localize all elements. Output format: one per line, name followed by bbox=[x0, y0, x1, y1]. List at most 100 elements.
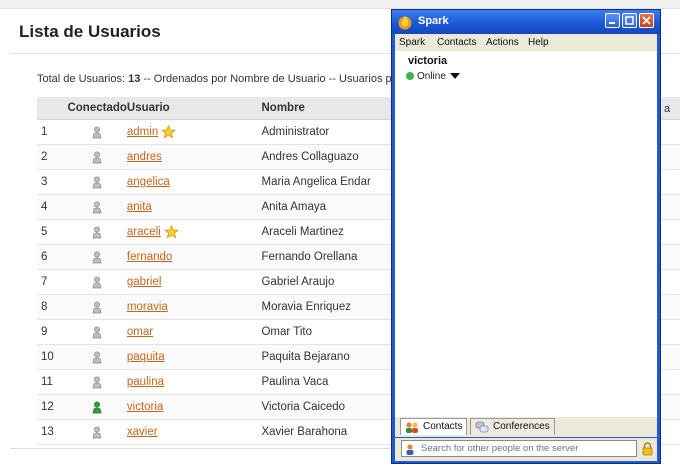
connected-cell bbox=[67, 294, 127, 320]
row-number: 2 bbox=[37, 144, 68, 170]
bottom-divider bbox=[10, 448, 390, 449]
lock-icon bbox=[642, 442, 653, 456]
offline-user-icon bbox=[92, 176, 102, 188]
row-number: 8 bbox=[37, 294, 68, 320]
row-number: 1 bbox=[37, 119, 68, 145]
spark-window-title: Spark bbox=[418, 15, 449, 27]
connected-cell bbox=[67, 244, 127, 270]
offline-user-icon bbox=[92, 426, 102, 438]
people-search-input[interactable] bbox=[401, 440, 637, 457]
summary-suffix: -- Ordenados por Nombre de Usuario -- Us… bbox=[140, 73, 398, 85]
row-number: 6 bbox=[37, 244, 68, 270]
offline-user-icon bbox=[92, 326, 102, 338]
username-link[interactable]: victoria bbox=[127, 401, 163, 413]
username-link[interactable]: anita bbox=[127, 201, 152, 213]
connected-cell bbox=[67, 194, 127, 220]
offline-user-icon bbox=[92, 126, 102, 138]
close-icon bbox=[642, 16, 651, 25]
menu-contacts[interactable]: Contacts bbox=[437, 37, 476, 48]
tab-conferences[interactable]: Conferences bbox=[470, 418, 555, 435]
username-link[interactable]: xavier bbox=[127, 426, 158, 438]
connected-cell bbox=[67, 344, 127, 370]
offline-user-icon bbox=[92, 151, 102, 163]
username-link[interactable]: paquita bbox=[127, 351, 165, 363]
online-user-icon bbox=[92, 401, 102, 413]
offline-user-icon bbox=[92, 376, 102, 388]
row-number: 5 bbox=[37, 219, 68, 245]
offline-user-icon bbox=[92, 226, 102, 238]
header-username[interactable]: Usuario bbox=[126, 97, 262, 120]
username-cell: angelica bbox=[126, 169, 262, 195]
offline-user-icon bbox=[92, 276, 102, 288]
connected-cell bbox=[67, 369, 127, 395]
connected-cell bbox=[67, 269, 127, 295]
current-user-panel: victoria Online bbox=[395, 51, 657, 87]
row-number: 3 bbox=[37, 169, 68, 195]
row-number: 12 bbox=[37, 394, 68, 420]
menu-spark[interactable]: Spark bbox=[399, 37, 425, 48]
row-number: 7 bbox=[37, 269, 68, 295]
row-number: 10 bbox=[37, 344, 68, 370]
username-cell: omar bbox=[126, 319, 262, 345]
top-bar bbox=[0, 0, 680, 9]
tab-contacts[interactable]: Contacts bbox=[400, 418, 467, 435]
offline-user-icon bbox=[92, 201, 102, 213]
username-cell: victoria bbox=[126, 394, 262, 420]
maximize-icon bbox=[625, 16, 634, 25]
cut-off-header-text: a bbox=[664, 103, 671, 115]
admin-star-icon bbox=[161, 125, 177, 139]
connected-cell bbox=[67, 419, 127, 445]
connected-cell bbox=[67, 319, 127, 345]
online-status-icon bbox=[406, 72, 414, 81]
connected-cell bbox=[67, 119, 127, 145]
page-title: Lista de Usuarios bbox=[19, 22, 161, 41]
close-button[interactable] bbox=[639, 13, 654, 28]
row-number: 11 bbox=[37, 369, 68, 395]
current-user-name: victoria bbox=[408, 55, 448, 67]
spark-titlebar[interactable]: Spark bbox=[392, 10, 660, 34]
username-link[interactable]: paulina bbox=[127, 376, 164, 388]
presence-status-dropdown[interactable]: Online bbox=[406, 71, 460, 82]
users-summary: Total de Usuarios: 13 -- Ordenados por N… bbox=[37, 73, 398, 85]
username-link[interactable]: andres bbox=[127, 151, 162, 163]
header-number bbox=[37, 97, 68, 120]
maximize-button[interactable] bbox=[622, 13, 637, 28]
connected-cell bbox=[67, 394, 127, 420]
username-cell: anita bbox=[126, 194, 262, 220]
username-link[interactable]: gabriel bbox=[127, 276, 162, 288]
username-link[interactable]: araceli bbox=[127, 226, 161, 238]
spark-menubar: Spark Contacts Actions Help bbox=[395, 34, 657, 51]
contacts-icon bbox=[406, 422, 418, 433]
spark-tab-bar: Contacts Conferences bbox=[395, 417, 657, 437]
spark-window[interactable]: Spark Spark Contacts Actions Help victor… bbox=[391, 9, 661, 464]
username-link[interactable]: fernando bbox=[127, 251, 172, 263]
header-connected[interactable]: Conectado bbox=[67, 97, 127, 120]
minimize-button[interactable] bbox=[605, 13, 620, 28]
connected-cell bbox=[67, 219, 127, 245]
offline-user-icon bbox=[92, 351, 102, 363]
connected-cell bbox=[67, 144, 127, 170]
username-link[interactable]: angelica bbox=[127, 176, 170, 188]
row-number: 4 bbox=[37, 194, 68, 220]
username-link[interactable]: admin bbox=[127, 126, 158, 138]
username-link[interactable]: moravia bbox=[127, 301, 168, 313]
offline-user-icon bbox=[92, 301, 102, 313]
username-cell: admin bbox=[126, 119, 262, 145]
username-cell: andres bbox=[126, 144, 262, 170]
menu-actions[interactable]: Actions bbox=[486, 37, 519, 48]
chevron-down-icon bbox=[449, 73, 460, 80]
summary-prefix: Total de Usuarios: bbox=[37, 73, 126, 85]
username-cell: araceli bbox=[126, 219, 262, 245]
menu-help[interactable]: Help bbox=[528, 37, 549, 48]
username-cell: moravia bbox=[126, 294, 262, 320]
tab-contacts-label: Contacts bbox=[423, 421, 463, 432]
row-number: 13 bbox=[37, 419, 68, 445]
people-search-bar bbox=[395, 438, 657, 461]
search-people-icon bbox=[406, 444, 414, 455]
contacts-list[interactable] bbox=[395, 86, 657, 417]
admin-star-icon bbox=[163, 225, 179, 239]
username-cell: xavier bbox=[126, 419, 262, 445]
username-link[interactable]: omar bbox=[127, 326, 153, 338]
summary-count: 13 bbox=[128, 73, 141, 85]
conferences-icon bbox=[475, 421, 489, 433]
